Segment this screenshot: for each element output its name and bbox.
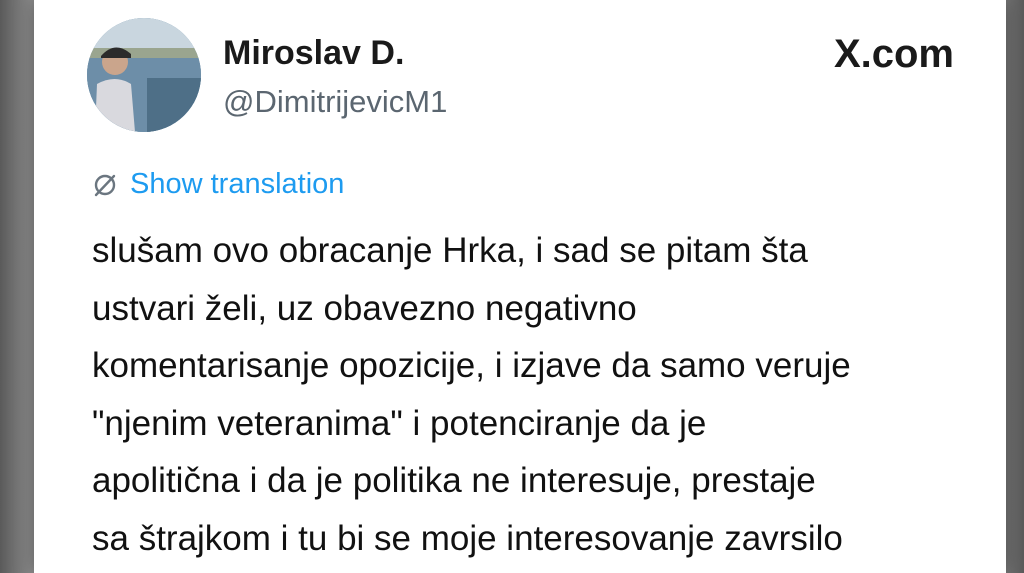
avatar-photo xyxy=(87,18,201,132)
show-translation-label: Show translation xyxy=(130,168,345,200)
tweet-line: komentarisanje opozicije, i izjave da sa… xyxy=(92,346,851,385)
tweet-line: "njenim veteranima" i potenciranje da je xyxy=(92,403,707,443)
author-handle[interactable]: @DimitrijevicM1 xyxy=(223,84,447,120)
x-logo: X.com xyxy=(833,32,954,76)
tweet-line: slušam ovo obracanje Hrka, i sad se pita… xyxy=(92,231,808,270)
tweet-card: Miroslav D. @DimitrijevicM1 X.com Show t… xyxy=(34,0,1006,573)
tweet-line: ustvari želi, uz obavezno negativno xyxy=(92,288,637,328)
author-name[interactable]: Miroslav D. xyxy=(223,34,404,73)
tweet-line: sa štrajkom i tu bi se moje interesovanj… xyxy=(92,518,843,558)
show-translation-button[interactable]: Show translation xyxy=(92,168,344,201)
tweet-text: slušam ovo obracanje Hrka, i sad se pita… xyxy=(92,222,1022,567)
tweet-line: apolitična i da je politika ne interesuj… xyxy=(92,461,816,500)
author-avatar[interactable] xyxy=(87,18,201,132)
globe-icon xyxy=(94,174,116,196)
